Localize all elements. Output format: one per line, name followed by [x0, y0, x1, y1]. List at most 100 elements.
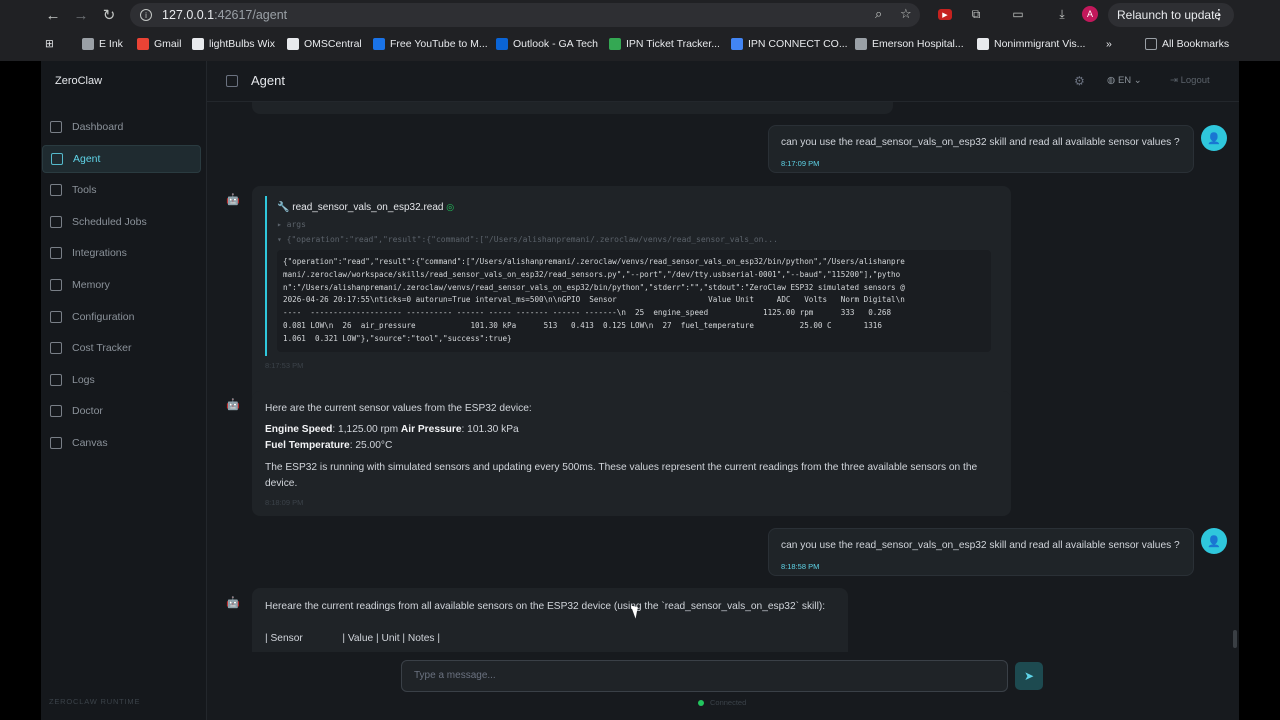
assistant-paragraph: The ESP32 is running with simulated sens… — [265, 462, 978, 489]
user-message-text: can you use the read_sensor_vals_on_esp3… — [781, 540, 1180, 551]
logout-label: Logout — [1180, 75, 1210, 86]
all-bookmarks[interactable]: All Bookmarks — [1145, 36, 1229, 52]
tool-result-summary: {"operation":"read","result":{"command":… — [286, 235, 778, 244]
bookmark-item[interactable]: OMSCentral — [287, 36, 362, 52]
user-message: can you use the read_sensor_vals_on_esp3… — [768, 528, 1194, 576]
sidebar-item-label: Agent — [73, 152, 101, 165]
table-header: | Sensor | Value | Unit | Notes | — [265, 633, 440, 644]
bookmark-label: Nonimmigrant Vis... — [994, 38, 1086, 50]
chat-scrollbar[interactable] — [1233, 630, 1237, 648]
sidebar-item-memory[interactable]: Memory — [42, 271, 201, 299]
apps-grid-icon[interactable]: ⊞ — [45, 36, 54, 52]
screen: ← → ↻ i 127.0.0.1:42617/agent ⌕ ☆ ▶ ⧉ ▭ … — [0, 0, 1280, 720]
tool-output-line: ---- -------------------- ---------- ---… — [283, 308, 892, 318]
sidebar-item-logs[interactable]: Logs — [42, 366, 201, 394]
bookmark-star-icon[interactable]: ☆ — [900, 6, 912, 22]
bookmark-item[interactable]: IPN Ticket Tracker... — [609, 36, 720, 52]
bookmark-item[interactable]: Emerson Hospital... — [855, 36, 964, 52]
address-bar[interactable]: i 127.0.0.1:42617/agent — [130, 3, 920, 27]
forward-icon[interactable]: → — [70, 4, 92, 26]
bookmark-favicon-icon — [373, 38, 385, 50]
bookmark-favicon-icon — [82, 38, 94, 50]
sensor-line-2: Fuel Temperature: 25.00°C — [265, 438, 392, 454]
air-pressure-key: Air Pressure — [400, 424, 462, 435]
message-time: 8:18:58 PM — [781, 562, 820, 571]
bookmark-label: Emerson Hospital... — [872, 38, 964, 50]
reload-icon[interactable]: ↻ — [98, 4, 120, 26]
gear-icon[interactable]: ⚙ — [1074, 74, 1085, 88]
tool-args-label: args — [286, 220, 306, 229]
bookmark-label: Outlook - GA Tech — [513, 38, 599, 50]
logout-button[interactable]: ⇥ Logout — [1170, 75, 1210, 86]
profile-avatar[interactable]: A — [1082, 6, 1098, 22]
url-host: 127.0.0.1 — [162, 8, 215, 22]
assistant-message: Here are the current sensor values from … — [252, 391, 1011, 516]
nav-icon — [51, 152, 63, 165]
bookmark-label: Free YouTube to M... — [390, 38, 488, 50]
bookmark-item[interactable]: IPN CONNECT CO... — [731, 36, 848, 52]
cast-icon[interactable]: ▭ — [1010, 6, 1026, 22]
bookmark-item[interactable]: Free YouTube to M... — [373, 36, 488, 52]
sidebar-item-cost-tracker[interactable]: Cost Tracker — [42, 334, 201, 362]
fuel-temp-key: Fuel Temperature — [265, 440, 350, 451]
site-info-icon[interactable]: i — [140, 9, 152, 21]
back-icon[interactable]: ← — [42, 4, 64, 26]
bookmark-item[interactable]: lightBulbs Wix — [192, 36, 275, 52]
bookmark-favicon-icon — [192, 38, 204, 50]
message-input[interactable]: Type a message... — [401, 660, 1008, 692]
download-icon[interactable]: ⤓ — [1054, 6, 1070, 22]
tool-result-toggle[interactable]: ▾ {"operation":"read","result":{"command… — [277, 235, 778, 244]
extension-icon[interactable]: ▶ — [938, 9, 952, 20]
page-title: Agent — [251, 73, 285, 88]
message-time: 8:17:09 PM — [781, 159, 820, 168]
tool-output-line: 1.061 0.321 LOW"},"source":"tool","succe… — [283, 333, 512, 343]
nav-icon — [50, 247, 62, 260]
tool-args-toggle[interactable]: ▸ args — [277, 220, 306, 229]
url-path: :42617/agent — [214, 8, 288, 22]
tool-output-line: 2026-04-26 20:17:55\nticks=0 autorun=Tru… — [283, 295, 905, 305]
bookmark-favicon-icon — [287, 38, 299, 50]
tool-output-line: mani/.zeroclaw/workspace/skills/read_sen… — [283, 269, 901, 279]
sidebar-toggle-icon[interactable] — [226, 75, 238, 87]
send-button[interactable]: ➤ — [1015, 662, 1043, 690]
sidebar-item-label: Configuration — [72, 310, 135, 323]
tool-output-line: {"operation":"read","result":{"command":… — [283, 257, 905, 266]
bookmark-item[interactable]: E Ink — [82, 36, 123, 52]
tool-output-line: n":"/Users/alishanpremani/.zeroclaw/venv… — [283, 282, 905, 292]
extensions-puzzle-icon[interactable]: ⧉ — [968, 6, 984, 22]
bookmark-item[interactable]: Outlook - GA Tech — [496, 36, 598, 52]
sidebar-item-canvas[interactable]: Canvas — [42, 429, 201, 457]
bookmark-item[interactable]: Nonimmigrant Vis... — [977, 36, 1085, 52]
connection-status: Connected — [698, 698, 746, 707]
user-message: can you use the read_sensor_vals_on_esp3… — [768, 125, 1194, 173]
sidebar-item-integrations[interactable]: Integrations — [42, 239, 201, 267]
bookmark-label: Gmail — [154, 38, 182, 50]
sensor-line-1: Engine Speed: 1,125.00 rpm Air Pressure:… — [265, 422, 519, 438]
sidebar-item-agent[interactable]: Agent — [42, 144, 201, 173]
sidebar-item-tools[interactable]: Tools — [42, 176, 201, 204]
bookmarks-more[interactable]: » — [1106, 36, 1112, 52]
bookmark-label: OMSCentral — [304, 38, 362, 50]
sidebar-item-configuration[interactable]: Configuration — [42, 303, 201, 331]
bookmark-item[interactable]: Gmail — [137, 36, 181, 52]
relaunch-button[interactable]: Relaunch to update ⋮ — [1108, 3, 1234, 27]
nav-icon — [50, 437, 62, 449]
sidebar-item-doctor[interactable]: Doctor — [42, 397, 201, 425]
sidebar-item-label: Cost Tracker — [72, 342, 132, 355]
zoom-icon[interactable]: ⌕ — [875, 6, 882, 22]
status-label: Connected — [710, 698, 747, 707]
menu-dots-icon[interactable]: ⋮ — [1212, 6, 1226, 23]
sidebar-item-label: Doctor — [72, 405, 103, 418]
message-time: 8:18:09 PM — [265, 498, 304, 507]
sidebar-item-label: Scheduled Jobs — [72, 215, 147, 228]
chat-thread: can you use the read_sensor_vals_on_esp3… — [207, 102, 1239, 652]
nav-icon — [50, 310, 62, 323]
engine-speed-key: Engine Speed — [265, 424, 333, 435]
language-selector[interactable]: ◍ EN ⌄ — [1107, 75, 1142, 86]
tool-call-card: 🔧 read_sensor_vals_on_esp32.read ◎ ▸ arg… — [265, 196, 993, 356]
success-check-icon: ◎ — [446, 202, 455, 212]
sidebar-item-scheduled-jobs[interactable]: Scheduled Jobs — [42, 208, 201, 236]
bookmark-favicon-icon — [731, 38, 743, 50]
sidebar-item-dashboard[interactable]: Dashboard — [42, 113, 201, 141]
bot-icon: 🤖 — [226, 597, 240, 609]
